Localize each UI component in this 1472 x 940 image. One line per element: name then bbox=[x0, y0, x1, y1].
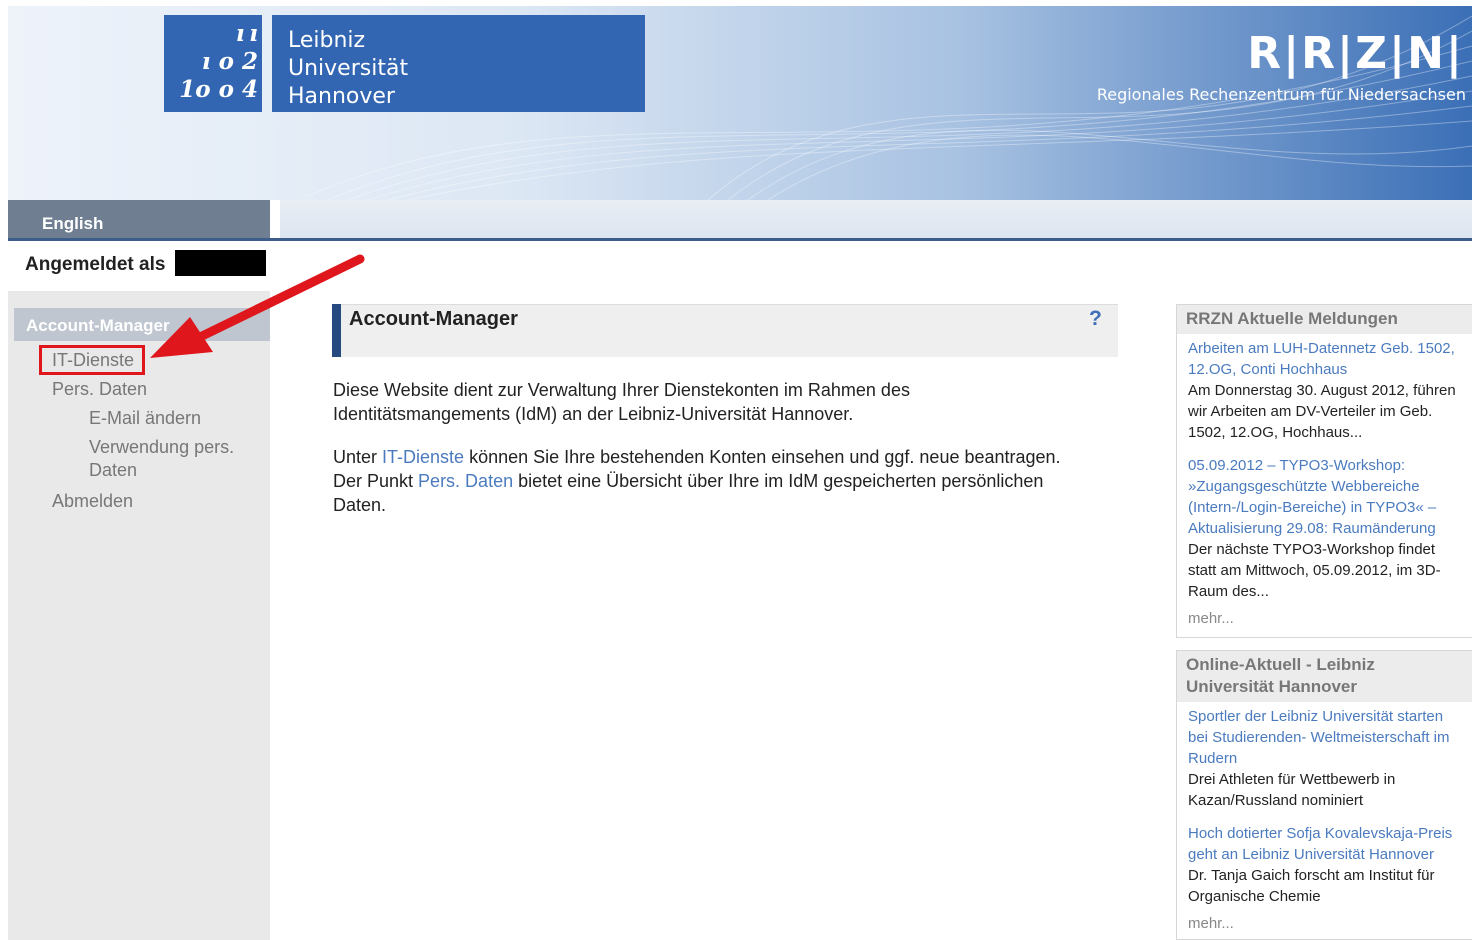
intro-line-1: Diese Website dient zur Verwaltung Ihrer… bbox=[333, 380, 910, 400]
page-title: Account-Manager bbox=[349, 308, 518, 330]
services-text-5: Daten. bbox=[333, 495, 387, 515]
rrzn-logo[interactable]: R|R|Z|N| bbox=[1247, 28, 1464, 79]
annotation-highlight-box bbox=[39, 345, 145, 375]
top-nav-bar bbox=[280, 200, 1472, 238]
university-name-line-3: Hannover bbox=[288, 84, 395, 109]
news-heading: Online-Aktuell - Leibniz Universität Han… bbox=[1177, 651, 1472, 702]
services-text-4: bietet eine Übersicht über Ihre im IdM g… bbox=[513, 471, 1044, 491]
news-more: mehr... bbox=[1177, 602, 1472, 633]
services-paragraph: Unter IT-Dienste können Sie Ihre bestehe… bbox=[333, 445, 1123, 517]
rrzn-subtitle: Regionales Rechenzentrum für Niedersachs… bbox=[1096, 85, 1466, 104]
university-name-line-2: Universität bbox=[288, 56, 409, 81]
news-item-text: Dr. Tanja Gaich forscht am Institut für … bbox=[1188, 867, 1435, 905]
news-box-rrzn: RRZN Aktuelle Meldungen Arbeiten am LUH-… bbox=[1176, 304, 1472, 638]
help-link[interactable]: ? bbox=[1089, 307, 1102, 331]
news-item-link[interactable]: 05.09.2012 – TYPO3-Workshop: »Zugangsges… bbox=[1188, 455, 1466, 539]
news-more-link[interactable]: mehr... bbox=[1188, 610, 1234, 627]
services-text-2: können Sie Ihre bestehenden Konten einse… bbox=[464, 447, 1061, 467]
news-more: mehr... bbox=[1177, 907, 1472, 938]
university-name-line-1: Leibniz bbox=[288, 28, 366, 53]
news-item: Arbeiten am LUH-Datennetz Geb. 1502, 12.… bbox=[1177, 334, 1472, 443]
sidebar-item-verwendung-line-1[interactable]: Verwendung pers. bbox=[89, 435, 234, 459]
news-item-link[interactable]: Sportler der Leibniz Universität starten… bbox=[1188, 706, 1466, 769]
inline-link-pers-daten[interactable]: Pers. Daten bbox=[418, 471, 513, 491]
news-heading: RRZN Aktuelle Meldungen bbox=[1177, 305, 1472, 334]
content-title-accent bbox=[332, 304, 341, 357]
news-box-online-aktuell: Online-Aktuell - Leibniz Universität Han… bbox=[1176, 650, 1472, 940]
news-item-link[interactable]: Arbeiten am LUH-Datennetz Geb. 1502, 12.… bbox=[1188, 338, 1466, 380]
logged-in-label: Angemeldet als bbox=[25, 254, 166, 275]
redacted-username bbox=[175, 250, 266, 276]
news-item-text: Am Donnerstag 30. August 2012, führen wi… bbox=[1188, 382, 1456, 441]
language-link-english[interactable]: English bbox=[42, 214, 103, 234]
intro-line-2: Identitätsmangements (IdM) an der Leibni… bbox=[333, 404, 854, 424]
news-item: Sportler der Leibniz Universität starten… bbox=[1177, 702, 1472, 811]
sidebar-section-account-manager: Account-Manager bbox=[14, 308, 270, 341]
news-item-link[interactable]: Hoch dotierter Sofja Kovalevskaja-Preis … bbox=[1188, 823, 1466, 865]
language-bar: English bbox=[8, 200, 270, 240]
news-item-text: Drei Athleten für Wettbewerb in Kazan/Ru… bbox=[1188, 771, 1396, 809]
inline-link-it-dienste[interactable]: IT-Dienste bbox=[382, 447, 464, 467]
news-item: 05.09.2012 – TYPO3-Workshop: »Zugangsges… bbox=[1177, 443, 1472, 602]
sidebar-item-abmelden[interactable]: Abmelden bbox=[52, 489, 133, 513]
services-text-3: Der Punkt bbox=[333, 471, 419, 491]
sidebar-item-pers-daten[interactable]: Pers. Daten bbox=[52, 377, 147, 401]
news-more-link[interactable]: mehr... bbox=[1188, 915, 1234, 932]
university-logo-glyphs: ı ı ı o 2 1o o 4 bbox=[179, 20, 258, 103]
sidebar-item-email-aendern[interactable]: E-Mail ändern bbox=[89, 406, 201, 430]
news-item-text: Der nächste TYPO3-Workshop findet statt … bbox=[1188, 541, 1441, 600]
services-text-1: Unter bbox=[333, 447, 383, 467]
news-item: Hoch dotierter Sofja Kovalevskaja-Preis … bbox=[1177, 811, 1472, 907]
sidebar-item-verwendung-line-2[interactable]: Daten bbox=[89, 458, 137, 482]
intro-paragraph: Diese Website dient zur Verwaltung Ihrer… bbox=[333, 378, 1123, 426]
sidebar-section-title: Account-Manager bbox=[26, 316, 170, 335]
